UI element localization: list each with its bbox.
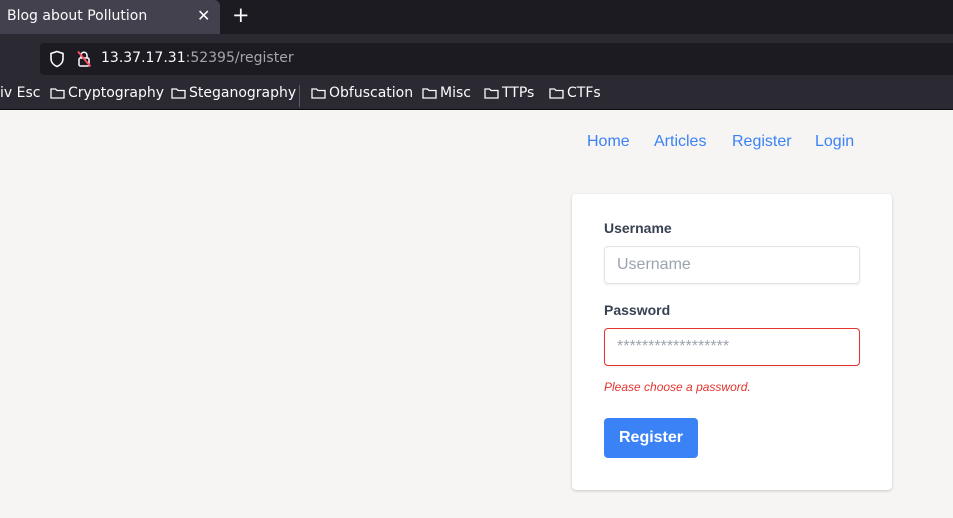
bookmark-label: Cryptography [68,85,165,101]
bookmark-misc[interactable]: Misc [422,85,471,101]
url-text[interactable]: 13.37.17.31:52395/register [101,50,294,66]
folder-icon [484,88,499,99]
tab-title: Blog about Pollution [7,8,148,24]
bookmark-separator [299,85,300,107]
bookmark-steganography[interactable]: Steganography [171,85,296,101]
username-input[interactable] [604,246,860,284]
browser-toolbar: 13.37.17.31:52395/register [0,34,953,80]
nav-login-link[interactable]: Login [815,133,854,151]
register-form: Username Password Please choose a passwo… [572,194,892,490]
url-bar[interactable]: 13.37.17.31:52395/register [40,43,953,75]
bookmark-obfuscation[interactable]: Obfuscation [311,85,413,101]
bookmark-ttps[interactable]: TTPs [484,85,534,101]
nav-register-link[interactable]: Register [732,133,792,151]
folder-icon [50,88,65,99]
url-path: :52395/register [185,50,294,66]
new-tab-icon[interactable]: + [232,3,250,27]
url-host: 13.37.17.31 [101,50,186,66]
folder-icon [171,88,186,99]
page-content: Home Articles Register Login Username Pa… [0,111,953,518]
password-label: Password [604,302,671,318]
bookmark-label: Obfuscation [329,85,414,101]
folder-icon [422,88,437,99]
close-tab-icon[interactable]: ✕ [197,6,210,25]
tab-blog[interactable]: Blog about Pollution ✕ [0,0,220,34]
bookmark-priv-esc[interactable]: iv Esc [0,85,40,101]
shield-icon[interactable] [49,50,65,68]
bookmark-label: Steganography [189,85,297,101]
bookmark-cryptography[interactable]: Cryptography [50,85,164,101]
folder-icon [311,88,326,99]
tab-strip: Blog about Pollution ✕ + [0,0,953,34]
folder-icon [549,88,564,99]
insecure-lock-icon[interactable] [76,50,92,68]
bookmark-label: TTPs [502,85,535,101]
bookmark-ctfs[interactable]: CTFs [549,85,601,101]
nav-home-link[interactable]: Home [587,133,630,151]
bookmarks-bar: iv Esc Cryptography Steganography Obfusc… [0,80,953,110]
bookmark-label: Misc [440,85,471,101]
bookmark-label: CTFs [567,85,601,101]
register-button[interactable]: Register [604,418,698,458]
username-label: Username [604,220,672,236]
password-input[interactable] [604,328,860,366]
bookmark-label: iv Esc [0,85,41,101]
password-error-message: Please choose a password. [604,380,751,394]
nav-articles-link[interactable]: Articles [654,133,706,151]
